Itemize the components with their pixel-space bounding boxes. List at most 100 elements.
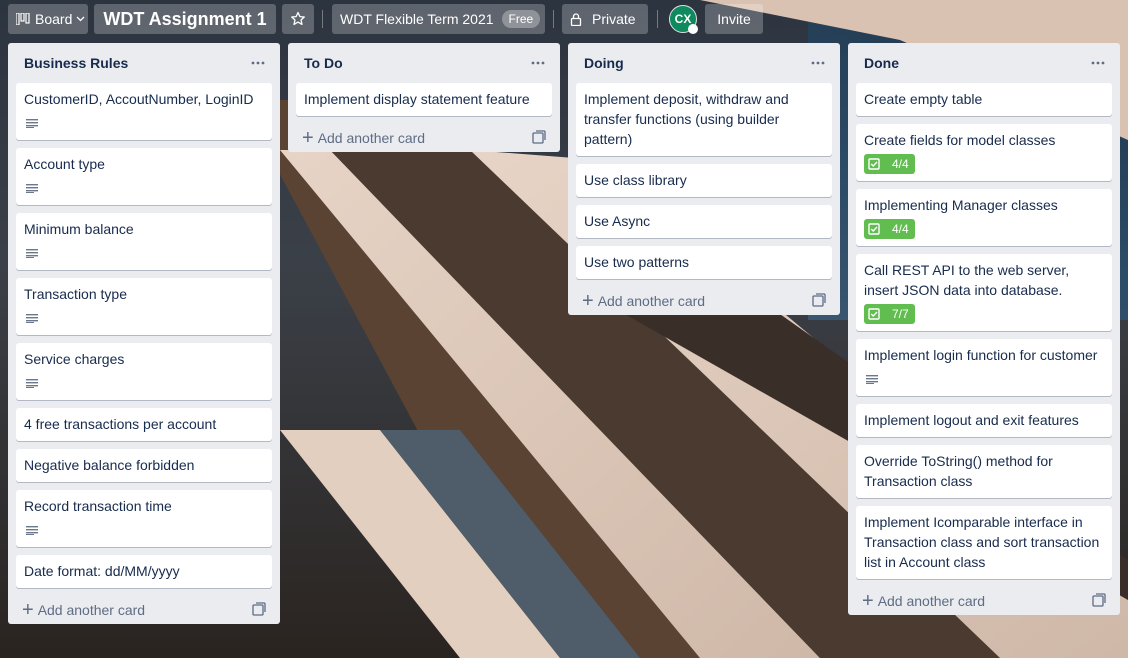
card-title: Use class library	[584, 172, 687, 188]
card-badges	[864, 369, 1104, 389]
more-horizontal-icon	[251, 61, 265, 65]
card-title: Minimum balance	[24, 221, 134, 237]
team-name: WDT Flexible Term 2021	[340, 11, 494, 27]
add-card-button[interactable]: + Add another card	[16, 596, 272, 624]
card-title: 4 free transactions per account	[24, 416, 217, 432]
card[interactable]: Date format: dd/MM/yyyy	[16, 555, 272, 588]
board-view-label: Board	[35, 11, 73, 27]
card[interactable]: 4 free transactions per account	[16, 408, 272, 441]
card[interactable]: Override ToString() method for Transacti…	[856, 445, 1112, 498]
header-divider	[322, 10, 323, 28]
card[interactable]: Implement logout and exit features	[856, 404, 1112, 437]
header-divider	[553, 10, 554, 28]
add-card-label: Add another card	[877, 593, 986, 609]
checklist-count: 4/4	[892, 222, 909, 236]
card-template-icon[interactable]	[532, 130, 546, 144]
card-template-icon[interactable]	[252, 602, 266, 616]
card[interactable]: Negative balance forbidden	[16, 449, 272, 482]
list-menu-button[interactable]	[526, 51, 550, 75]
list-business-rules: Business Rules CustomerID, AccoutNumber,…	[8, 43, 280, 624]
checklist-icon	[868, 308, 886, 320]
card-list: Create empty table Create fields for mode…	[848, 83, 1120, 579]
add-card-label: Add another card	[317, 130, 426, 146]
card-template-icon[interactable]	[812, 293, 826, 307]
card-template-icon[interactable]	[1092, 593, 1106, 607]
more-horizontal-icon	[1091, 61, 1105, 65]
plus-icon: +	[22, 599, 34, 621]
card-badges	[24, 308, 264, 328]
list-header: Done	[848, 43, 1120, 83]
card-title: Implement deposit, withdraw and transfer…	[584, 91, 789, 147]
card[interactable]: Implement login function for customer	[856, 339, 1112, 396]
card-title: Create fields for model classes	[864, 132, 1056, 148]
card[interactable]: Account type	[16, 148, 272, 205]
list-menu-button[interactable]	[806, 51, 830, 75]
card[interactable]: Implementing Manager classes 4/4	[856, 189, 1112, 246]
list-title[interactable]: Business Rules	[24, 55, 128, 71]
card[interactable]: Create fields for model classes 4/4	[856, 124, 1112, 181]
card-title: Override ToString() method for Transacti…	[864, 453, 1053, 489]
description-icon	[26, 118, 38, 128]
card[interactable]: CustomerID, AccoutNumber, LoginID	[16, 83, 272, 140]
board-icon	[16, 13, 30, 25]
card[interactable]: Create empty table	[856, 83, 1112, 116]
card-title: Transaction type	[24, 286, 127, 302]
card-badges: 7/7	[864, 304, 1104, 324]
card-badges: 4/4	[864, 154, 1104, 174]
checklist-badge: 7/7	[864, 304, 915, 324]
avatar-initials: CX	[674, 12, 692, 26]
list-title[interactable]: Doing	[584, 55, 624, 71]
more-horizontal-icon	[811, 61, 825, 65]
card-badges	[24, 178, 264, 198]
card[interactable]: Transaction type	[16, 278, 272, 335]
star-button[interactable]	[282, 4, 314, 34]
card[interactable]: Use two patterns	[576, 246, 832, 279]
card-title: Implement logout and exit features	[864, 412, 1079, 428]
card[interactable]: Service charges	[16, 343, 272, 400]
card-list: Implement deposit, withdraw and transfer…	[568, 83, 840, 279]
checklist-count: 7/7	[892, 307, 909, 321]
more-horizontal-icon	[531, 61, 545, 65]
card[interactable]: Implement deposit, withdraw and transfer…	[576, 83, 832, 156]
checklist-count: 4/4	[892, 157, 909, 171]
list-title[interactable]: Done	[864, 55, 899, 71]
list-menu-button[interactable]	[1086, 51, 1110, 75]
visibility-button[interactable]: Private	[562, 4, 648, 34]
chevron-down-icon	[76, 16, 85, 22]
card-list: Implement display statement feature	[288, 83, 560, 116]
card[interactable]: Use class library	[576, 164, 832, 197]
list-title[interactable]: To Do	[304, 55, 343, 71]
card-title: Implement Icomparable interface in Trans…	[864, 514, 1100, 570]
checklist-badge: 4/4	[864, 154, 915, 174]
list-menu-button[interactable]	[246, 51, 270, 75]
avatar[interactable]: CX	[669, 5, 698, 34]
card[interactable]: Use Async	[576, 205, 832, 238]
star-icon	[290, 11, 306, 27]
list-header: Business Rules	[8, 43, 280, 83]
card-badges	[24, 520, 264, 540]
card-title: CustomerID, AccoutNumber, LoginID	[24, 91, 254, 107]
card[interactable]: Call REST API to the web server, insert …	[856, 254, 1112, 331]
card[interactable]: Implement Icomparable interface in Trans…	[856, 506, 1112, 579]
add-card-button[interactable]: + Add another card	[856, 587, 1112, 615]
card-title: Implementing Manager classes	[864, 197, 1058, 213]
board-title[interactable]: WDT Assignment 1	[94, 4, 276, 34]
checklist-icon	[868, 158, 886, 170]
visibility-label: Private	[592, 11, 636, 27]
team-button[interactable]: WDT Flexible Term 2021 Free	[332, 4, 545, 34]
card[interactable]: Record transaction time	[16, 490, 272, 547]
card[interactable]: Minimum balance	[16, 213, 272, 270]
add-card-button[interactable]: + Add another card	[576, 287, 832, 315]
plus-icon: +	[582, 290, 594, 312]
card-title: Create empty table	[864, 91, 983, 107]
board-view-switcher[interactable]: Board	[8, 4, 88, 34]
card-badges: 4/4	[864, 219, 1104, 239]
invite-button[interactable]: Invite	[705, 4, 763, 34]
checklist-icon	[868, 223, 886, 235]
card-badges	[24, 113, 264, 133]
card[interactable]: Implement display statement feature	[296, 83, 552, 116]
description-icon	[26, 313, 38, 323]
add-card-button[interactable]: + Add another card	[296, 124, 552, 152]
plan-badge: Free	[501, 10, 541, 28]
list-header: To Do	[288, 43, 560, 83]
